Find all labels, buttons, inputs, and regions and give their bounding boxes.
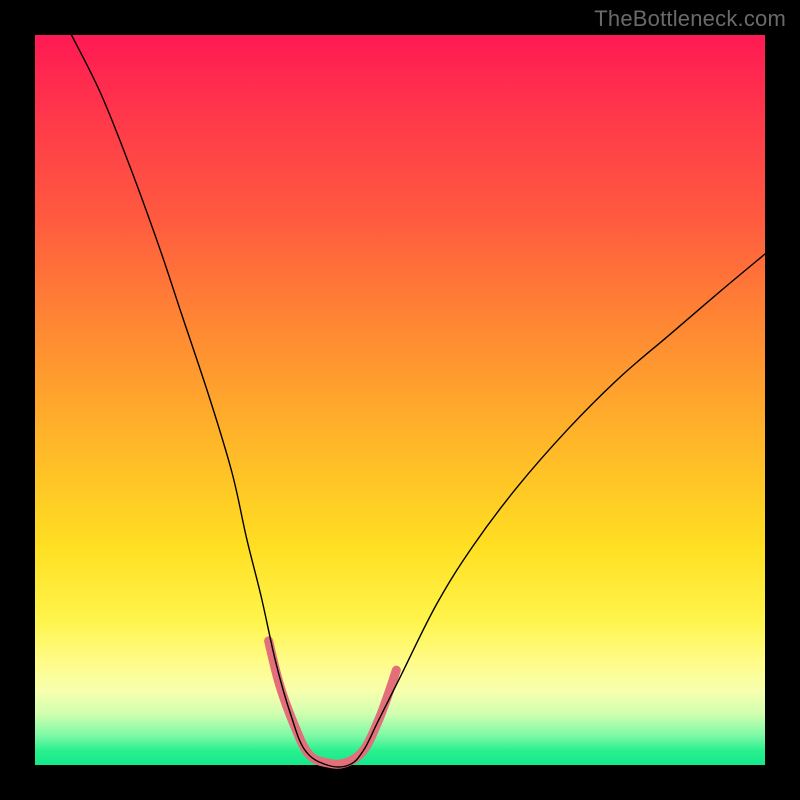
chart-frame: TheBottleneck.com	[0, 0, 800, 800]
pink-highlight-path	[269, 641, 397, 764]
black-curve-path	[72, 35, 766, 767]
plot-area	[35, 35, 765, 765]
curve-layer	[35, 35, 765, 765]
watermark-text: TheBottleneck.com	[594, 6, 786, 32]
